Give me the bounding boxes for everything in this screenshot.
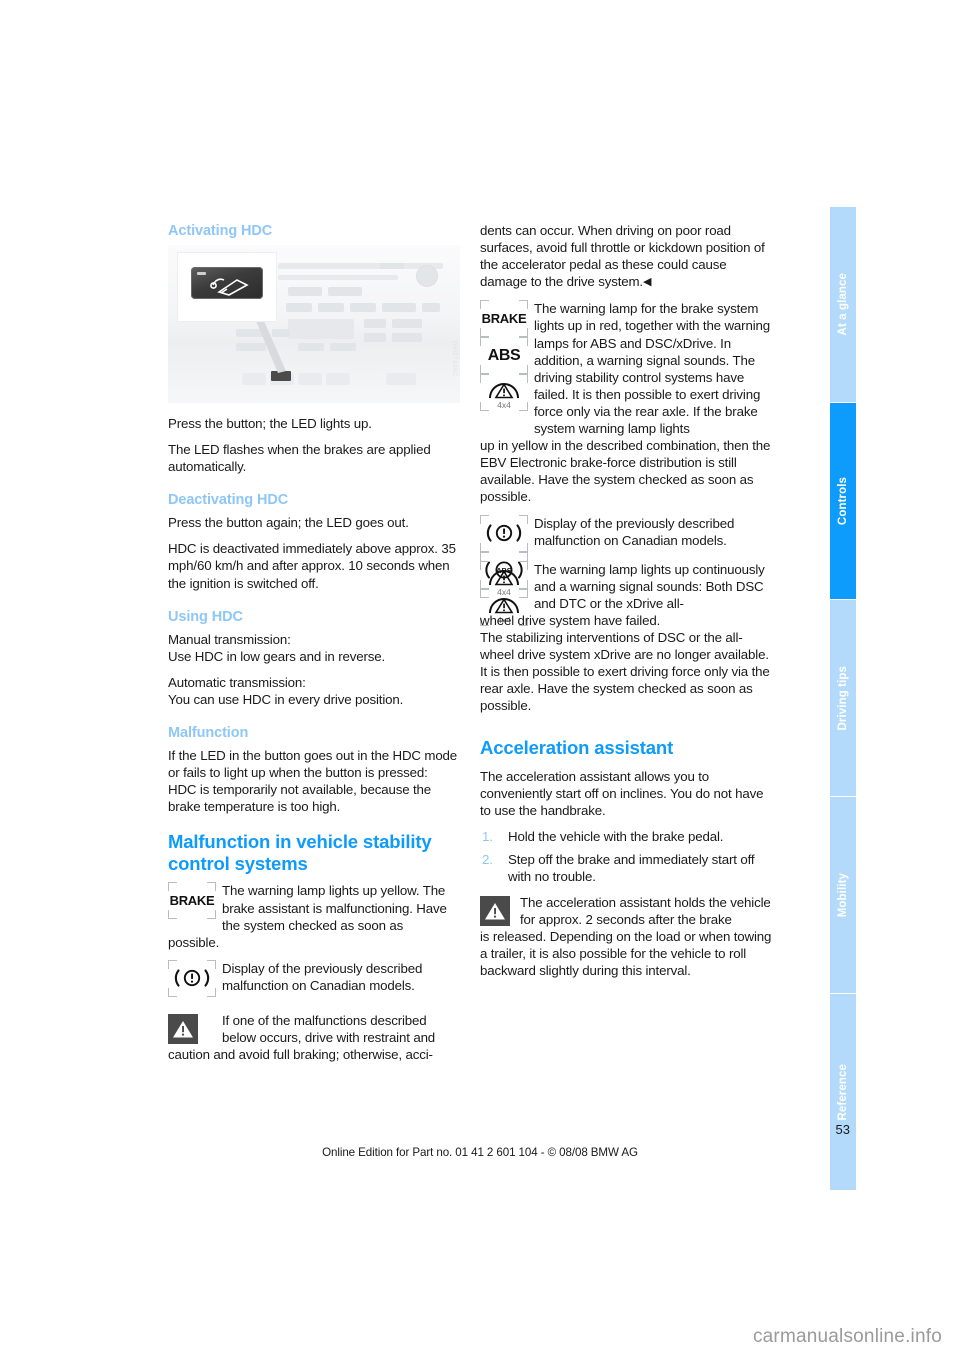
brake-warning-lamp-icon: BRAKE <box>168 882 216 920</box>
warning-text-continued: up in yellow in the described combinatio… <box>480 438 771 505</box>
right-text-column: dents can occur. When driving on poor ro… <box>480 222 772 989</box>
heading-using-hdc: Using HDC <box>168 608 243 625</box>
sidebar-tab-mobility[interactable]: Mobility <box>830 797 856 993</box>
list-item: 1. Hold the vehicle with the brake pedal… <box>480 828 772 845</box>
footer-edition-line: Online Edition for Part no. 01 41 2 601 … <box>322 1146 638 1159</box>
xdrive-4x4-label: 4x4 <box>497 586 511 597</box>
step-text: Hold the vehicle with the brake pedal. <box>508 828 724 844</box>
warning-text-main: The acceleration assistant holds the veh… <box>520 895 771 928</box>
page-number: 53 <box>835 1122 850 1137</box>
icon-column: 4x4 <box>480 560 528 598</box>
abs-warning-lamp-icon: ABS <box>480 337 528 375</box>
warning-block-text: Display of the previously described malf… <box>222 960 423 993</box>
sidebar-tab-controls[interactable]: Controls <box>830 403 856 599</box>
paragraph-text: dents can occur. When driving on poor ro… <box>480 223 765 290</box>
paragraph-led-flashes: The LED flashes when the brakes are appl… <box>168 442 431 475</box>
warning-block-acceleration-note: The acceleration assistant holds the veh… <box>480 894 772 979</box>
warning-triangle-icon <box>168 1013 198 1044</box>
paragraph-automatic-transmission: Automatic transmission: You can use HDC … <box>168 674 404 707</box>
figure-hdc-button: OSO7105C <box>168 245 460 403</box>
sidebar-tab-at-a-glance[interactable]: At a glance <box>830 207 856 402</box>
abs-lamp-text: ABS <box>487 346 521 364</box>
warning-text-continued: wheel drive system have failed. The stab… <box>480 612 770 714</box>
warning-text-continued: caution and avoid full braking; otherwis… <box>168 1047 433 1063</box>
sidebar-tab-label: Controls <box>837 476 849 526</box>
warning-block-text: The acceleration assistant holds the veh… <box>480 894 772 979</box>
manual-page: At a glance Controls Driving tips Mobili… <box>0 0 960 1358</box>
warning-text-main: If one of the malfunctions described bel… <box>222 1012 436 1046</box>
brake-lamp-text: BRAKE <box>481 311 527 327</box>
warning-block-text: The warning lamp lights up continuously … <box>480 561 772 715</box>
heading-acceleration-assistant: Acceleration assistant <box>480 736 674 758</box>
sidebar-tab-label: Driving tips <box>837 665 849 731</box>
warning-text-continued: is released. Depending on the load or wh… <box>480 929 772 979</box>
acceleration-steps-list: 1. Hold the vehicle with the brake pedal… <box>480 828 772 885</box>
site-watermark: carmanualsonline.info <box>752 1326 942 1347</box>
paragraph-press-button: Press the button; the LED lights up. <box>168 416 372 431</box>
step-number: 2. <box>482 851 493 867</box>
warning-triangle-icon <box>480 896 510 927</box>
heading-deactivating-hdc: Deactivating HDC <box>168 492 289 509</box>
warning-block-text: The warning lamp lights up yellow. The b… <box>168 882 460 950</box>
sidebar-tab-label: At a glance <box>837 273 849 336</box>
icon-column <box>168 959 216 997</box>
sidebar-tab-driving-tips[interactable]: Driving tips <box>830 600 856 796</box>
paragraph-malfunction-detail: If the LED in the button goes out in the… <box>168 748 458 815</box>
icon-column <box>480 894 520 927</box>
paragraph-acceleration-intro: The acceleration assistant allows you to… <box>480 768 764 818</box>
paragraph-press-again: Press the button again; the LED goes out… <box>168 515 409 531</box>
paragraph-continued-caution: dents can occur. When driving on poor ro… <box>480 222 772 291</box>
warning-block-text: Display of the previously described malf… <box>534 515 735 548</box>
step-text: Step off the brake and immediately start… <box>508 851 755 884</box>
warning-block-dsc-dtc-failed: 4x4 The warning lamp lights up continuou… <box>480 560 772 715</box>
brake-warning-lamp-canadian-icon <box>480 514 528 552</box>
figure-reference-code: OSO7105C <box>451 341 457 377</box>
warning-block-brake: BRAKE The warning lamp lights up yellow.… <box>168 882 460 950</box>
brake-warning-lamp-icon: BRAKE <box>480 300 528 338</box>
xdrive-4x4-label: 4x4 <box>497 400 511 411</box>
xdrive-4x4-warning-lamp-icon: 4x4 <box>480 560 528 598</box>
xdrive-4x4-warning-lamp-icon: 4x4 <box>480 374 528 412</box>
warning-block-canadian-displays: ABS 4x4 Display of the previously descri… <box>480 514 772 626</box>
warning-block-brake-canadian: Display of the previously described malf… <box>168 959 460 997</box>
warning-block-caution: If one of the malfunctions described bel… <box>168 1012 460 1063</box>
brake-warning-lamp-canadian-icon <box>168 959 216 997</box>
warning-text-main: The warning lamp lights up yellow. The b… <box>222 883 447 933</box>
brake-lamp-text: BRAKE <box>169 893 215 909</box>
icon-column <box>168 1012 216 1044</box>
figure-callout-box <box>177 252 277 322</box>
heading-malfunction-vsc: Malfunction in vehicle stability control… <box>168 831 432 875</box>
warning-block-text: The warning lamp for the brake system li… <box>480 300 772 505</box>
sidebar-tab-label: Mobility <box>837 872 849 918</box>
end-of-warning-marker: ◀ <box>642 276 652 289</box>
step-number: 1. <box>482 828 493 844</box>
warning-block-text: If one of the malfunctions described bel… <box>168 1012 460 1063</box>
warning-text-main: The warning lamp for the brake system li… <box>534 301 770 437</box>
warning-text-continued: possible. <box>168 934 220 950</box>
heading-activating-hdc: Activating HDC <box>168 223 273 239</box>
list-item: 2. Step off the brake and immediately st… <box>480 851 772 885</box>
sidebar-tab-label: Reference <box>837 1063 849 1121</box>
left-text-column: Activating HDC OSO7105C Press the button… <box>168 222 460 1072</box>
warning-block-systems-failed: BRAKE ABS 4x4 The warning lamp for the b… <box>480 300 772 505</box>
section-tab-rail: At a glance Controls Driving tips Mobili… <box>830 207 856 1207</box>
heading-malfunction: Malfunction <box>168 725 249 742</box>
warning-text-main: The warning lamp lights up continuously … <box>534 561 765 611</box>
figure-hdc-button-symbol <box>191 267 263 299</box>
paragraph-manual-transmission: Manual transmission: Use HDC in low gear… <box>168 631 386 664</box>
icon-column: BRAKE <box>168 882 216 920</box>
icon-column: BRAKE ABS 4x4 <box>480 300 528 412</box>
paragraph-hdc-deactivated: HDC is deactivated immediately above app… <box>168 541 456 591</box>
